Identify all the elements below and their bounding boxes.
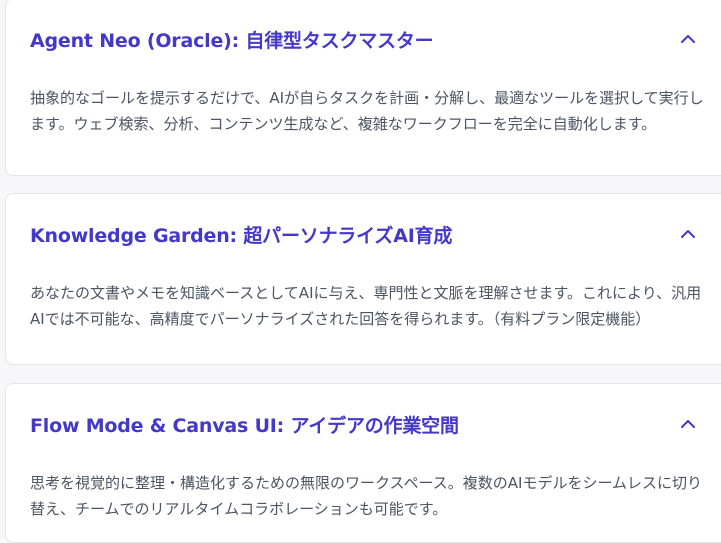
accordion-title: Agent Neo (Oracle): 自律型タスクマスター (30, 30, 434, 52)
chevron-up-icon[interactable] (676, 27, 700, 51)
accordion-item-flow-mode: Flow Mode & Canvas UI: アイデアの作業空間 思考を視覚的に… (5, 383, 721, 543)
chevron-up-icon[interactable] (676, 412, 700, 436)
accordion-header-flow-mode[interactable]: Flow Mode & Canvas UI: アイデアの作業空間 (6, 384, 721, 470)
accordion-description: 抽象的なゴールを提示するだけで、AIが自らタスクを計画・分解し、最適なツールを選… (30, 89, 704, 133)
accordion-description: 思考を視覚的に整理・構造化するための無限のワークスペース。複数のAIモデルをシー… (30, 474, 702, 518)
accordion-title: Flow Mode & Canvas UI: アイデアの作業空間 (30, 415, 459, 437)
accordion-title: Knowledge Garden: 超パーソナライズAI育成 (30, 225, 453, 247)
accordion-item-agent-neo: Agent Neo (Oracle): 自律型タスクマスター 抽象的なゴールを提… (5, 0, 721, 176)
feature-accordion: Agent Neo (Oracle): 自律型タスクマスター 抽象的なゴールを提… (0, 0, 721, 543)
accordion-header-agent-neo[interactable]: Agent Neo (Oracle): 自律型タスクマスター (6, 0, 721, 85)
accordion-description: あなたの文書やメモを知識ベースとしてAIに与え、専門性と文脈を理解させます。これ… (30, 284, 702, 328)
accordion-item-knowledge-garden: Knowledge Garden: 超パーソナライズAI育成 あなたの文書やメモ… (5, 193, 721, 365)
accordion-header-knowledge-garden[interactable]: Knowledge Garden: 超パーソナライズAI育成 (6, 194, 721, 280)
chevron-up-icon[interactable] (676, 222, 700, 246)
